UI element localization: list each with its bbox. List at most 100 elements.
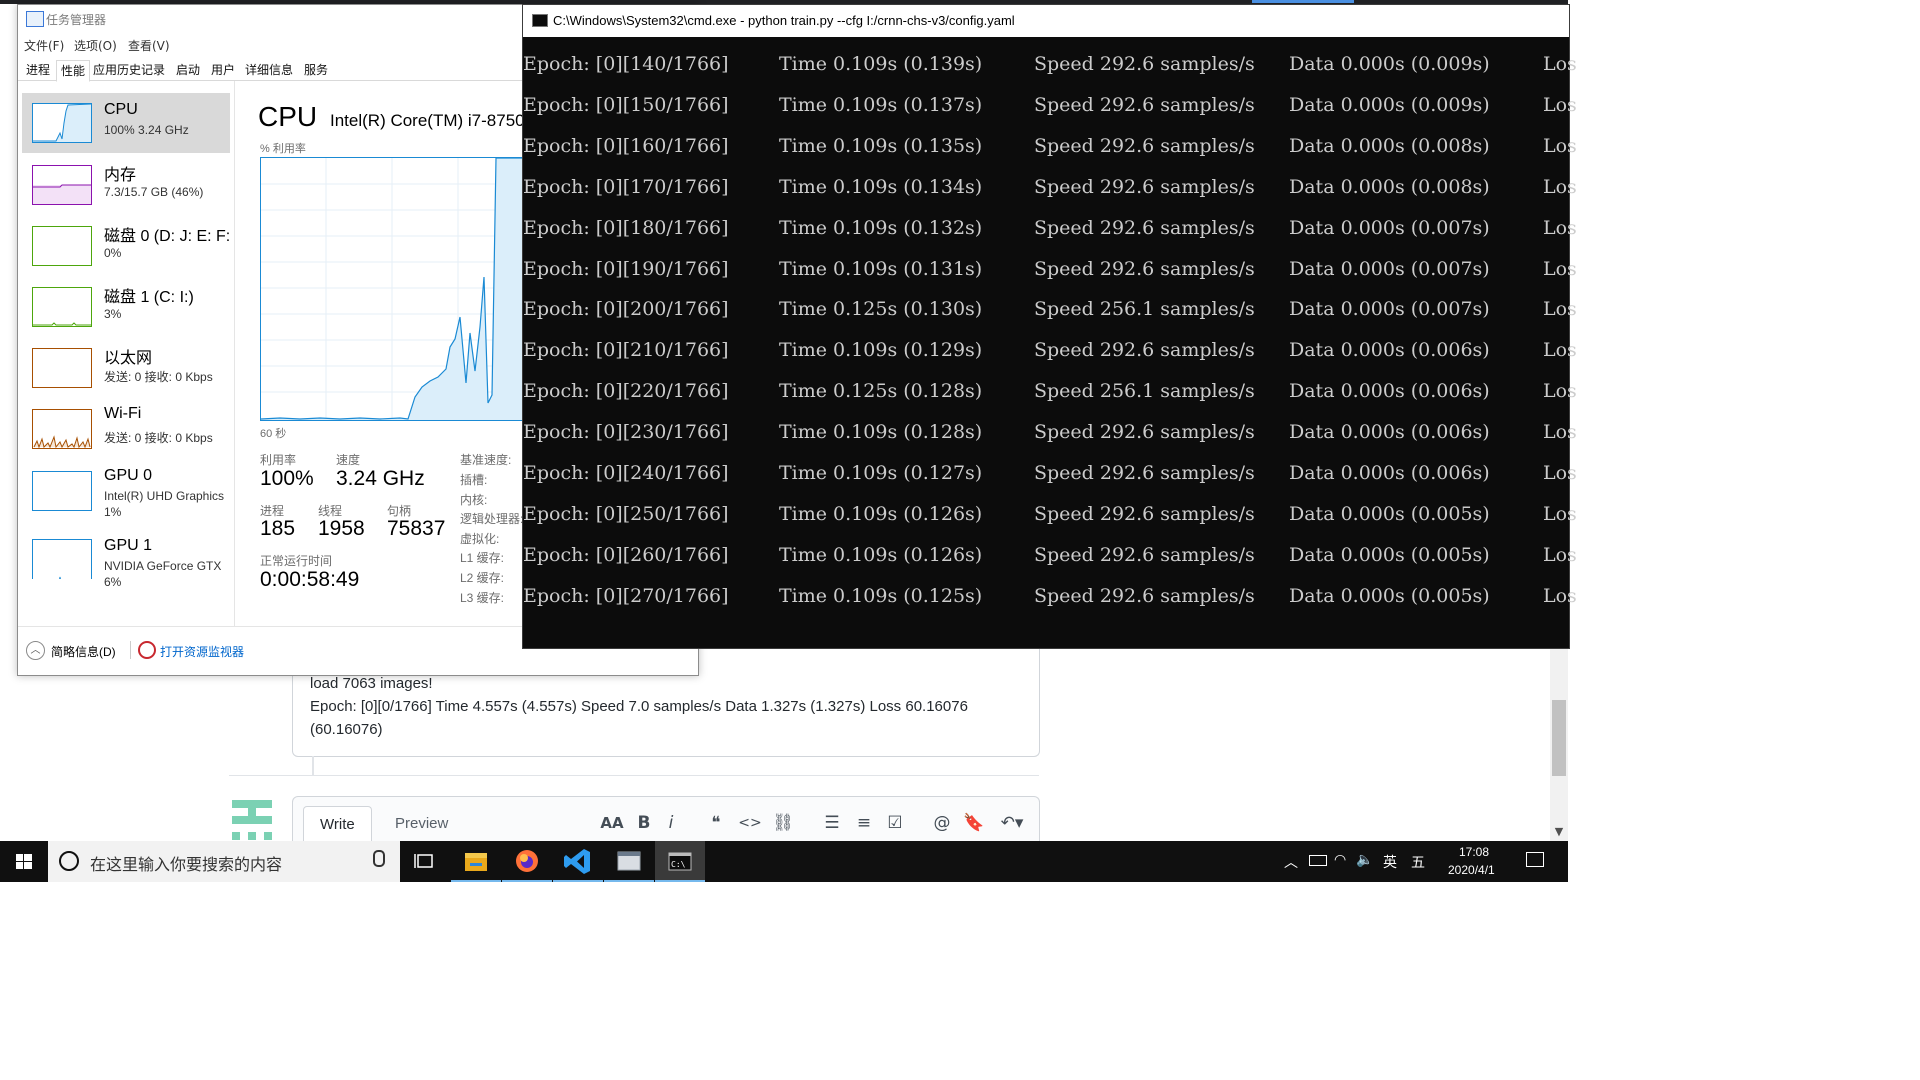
italic-icon[interactable]: i — [659, 812, 683, 834]
resource-cpu[interactable]: CPU 100% 3.24 GHz — [22, 93, 230, 153]
tab-startup[interactable]: 启动 — [172, 60, 204, 80]
start-button[interactable] — [0, 841, 48, 882]
clock-date[interactable]: 2020/4/1 — [1448, 863, 1495, 877]
cmd-title: C:\Windows\System32\cmd.exe - python tra… — [553, 13, 1015, 28]
cmd-data-field: Data 0.000s (0.008s) — [1289, 175, 1490, 198]
window-app-button[interactable] — [604, 841, 654, 882]
reply-dropdown-icon[interactable]: ↶▾ — [996, 812, 1028, 834]
ime-mode-indicator[interactable]: 五 — [1411, 852, 1425, 872]
cmd-data-field: Data 0.000s (0.005s) — [1289, 543, 1490, 566]
cmd-speed-field: Speed 292.6 samples/s — [1034, 543, 1255, 566]
resource-wifi[interactable]: Wi-Fi 发送: 0 接收: 0 Kbps — [22, 399, 230, 459]
cmd-output-line: Epoch: [0][160/1766] Time 0.109s (0.135s)… — [523, 134, 1577, 176]
task-manager-icon — [26, 11, 44, 27]
resource-ethernet[interactable]: 以太网 发送: 0 接收: 0 Kbps — [22, 338, 230, 398]
browser-scrollbar-thumb[interactable] — [1552, 700, 1566, 776]
window-app-icon — [617, 851, 641, 871]
speed-label: 速度 — [336, 453, 361, 467]
resource-disk-0[interactable]: 磁盘 0 (D: J: E: F: 0% — [22, 216, 230, 276]
vscode-button[interactable] — [553, 841, 603, 882]
bulleted-list-icon[interactable]: ☰ — [820, 812, 844, 834]
task-list-icon[interactable]: ☑ — [883, 812, 907, 834]
link-icon[interactable]: ⛓ — [771, 812, 795, 834]
cmd-output-line: Epoch: [0][230/1766] Time 0.109s (0.128s)… — [523, 421, 1577, 462]
cmd-speed-field: Speed 292.6 samples/s — [1034, 134, 1255, 157]
cmd-output-line: Epoch: [0][260/1766] Time 0.109s (0.126s)… — [523, 543, 1577, 585]
code-icon[interactable]: <> — [738, 812, 762, 834]
firefox-button[interactable] — [502, 841, 552, 882]
cmd-taskbar-button[interactable]: C:\ — [655, 841, 705, 882]
tab-users[interactable]: 用户 — [207, 60, 239, 80]
write-tab[interactable]: Write — [303, 806, 372, 843]
cmd-loss-field: Los — [1543, 175, 1577, 198]
cmd-data-field: Data 0.000s (0.007s) — [1289, 216, 1490, 239]
heading-icon[interactable]: AA — [600, 812, 624, 834]
saved-reply-icon[interactable]: 🔖 — [962, 812, 986, 834]
resource-disk-1[interactable]: 磁盘 1 (C: I:) 3% — [22, 277, 230, 337]
footer-divider — [130, 641, 131, 659]
menu-options[interactable]: 选项(O) — [74, 37, 117, 54]
cmd-output-line: Epoch: [0][210/1766] Time 0.109s (0.129s)… — [523, 339, 1577, 380]
preview-tab[interactable]: Preview — [379, 806, 464, 842]
fewer-details-link[interactable]: 简略信息(D) — [51, 643, 116, 660]
timeline-line — [312, 756, 314, 776]
resource-value: 6% — [104, 575, 122, 589]
cmd-data-field: Data 0.000s (0.007s) — [1289, 298, 1490, 321]
file-explorer-button[interactable] — [451, 841, 501, 882]
show-hidden-icons-chevron-icon[interactable]: ︿ — [1284, 852, 1298, 872]
resource-gpu-0[interactable]: GPU 0 Intel(R) UHD Graphics 1% — [22, 461, 230, 521]
base-speed-label: 基准速度: — [460, 453, 512, 467]
panel-separator — [234, 81, 235, 626]
cmd-epoch-field: Epoch: [0][180/1766] — [523, 216, 729, 239]
cpu-utilization-graph — [260, 157, 525, 421]
cmd-time-field: Time 0.109s (0.128s) — [779, 421, 983, 444]
menu-file[interactable]: 文件(F) — [24, 37, 64, 54]
avatar[interactable] — [232, 800, 272, 840]
resource-gpu-1[interactable]: GPU 1 NVIDIA GeForce GTX 6% — [22, 531, 230, 591]
cmd-data-field: Data 0.000s (0.009s) — [1289, 53, 1490, 75]
mention-icon[interactable]: @ — [930, 812, 954, 834]
search-placeholder: 在这里输入你要搜索的内容 — [90, 857, 283, 874]
ime-language-indicator[interactable]: 英 — [1383, 852, 1397, 872]
tab-performance[interactable]: 性能 — [56, 60, 91, 82]
cmd-loss-field: Los — [1543, 543, 1577, 566]
windows-logo-icon — [16, 854, 32, 869]
cmd-speed-field: Speed 292.6 samples/s — [1034, 584, 1255, 607]
bold-icon[interactable]: B — [632, 812, 656, 834]
scroll-down-arrow-icon[interactable]: ▼ — [1550, 824, 1568, 840]
cmd-output-line: Epoch: [0][180/1766] Time 0.109s (0.132s)… — [523, 216, 1577, 258]
cmd-speed-field: Speed 292.6 samples/s — [1034, 93, 1255, 116]
volume-icon[interactable]: 🔈 — [1356, 852, 1373, 868]
task-manager-title: 任务管理器 — [46, 13, 107, 27]
clock-time[interactable]: 17:08 — [1459, 845, 1489, 859]
search-circle-icon — [59, 851, 79, 871]
speed-value: 3.24 GHz — [336, 467, 425, 490]
cmd-loss-field: Los — [1543, 216, 1577, 239]
tab-services[interactable]: 服务 — [300, 60, 332, 80]
action-center-icon[interactable] — [1526, 852, 1544, 867]
open-resource-monitor-link[interactable]: 打开资源监视器 — [160, 643, 244, 660]
cmd-epoch-field: Epoch: [0][190/1766] — [523, 257, 729, 280]
quote-icon[interactable]: ❝ — [704, 812, 728, 834]
disk0-thumbnail-graph — [32, 226, 92, 266]
timeline-divider — [229, 775, 1039, 776]
cmd-epoch-field: Epoch: [0][260/1766] — [523, 543, 729, 566]
tab-processes[interactable]: 进程 — [22, 60, 54, 80]
numbered-list-icon[interactable]: ≡ — [852, 812, 876, 834]
task-view-button[interactable] — [400, 841, 450, 882]
gpu0-thumbnail-graph — [32, 471, 92, 511]
battery-icon[interactable] — [1309, 855, 1327, 866]
browser-active-tab-indicator[interactable] — [1252, 0, 1354, 3]
cmd-time-field: Time 0.109s (0.135s) — [779, 134, 983, 157]
tab-details[interactable]: 详细信息 — [241, 60, 297, 80]
tab-app-history[interactable]: 应用历史记录 — [89, 60, 169, 80]
cmd-loss-field: Los — [1543, 584, 1577, 607]
collapse-up-icon[interactable]: ︿ — [26, 641, 45, 660]
l2-cache-label: L2 缓存: — [460, 571, 505, 585]
cmd-window[interactable]: C:\Windows\System32\cmd.exe - python tra… — [522, 4, 1577, 649]
uptime-label: 正常运行时间 — [260, 554, 333, 568]
menu-view[interactable]: 查看(V) — [128, 37, 170, 54]
resource-memory[interactable]: 内存 7.3/15.7 GB (46%) — [22, 155, 230, 215]
microphone-icon[interactable] — [373, 850, 385, 867]
wifi-icon[interactable]: ◠ — [1334, 852, 1346, 868]
